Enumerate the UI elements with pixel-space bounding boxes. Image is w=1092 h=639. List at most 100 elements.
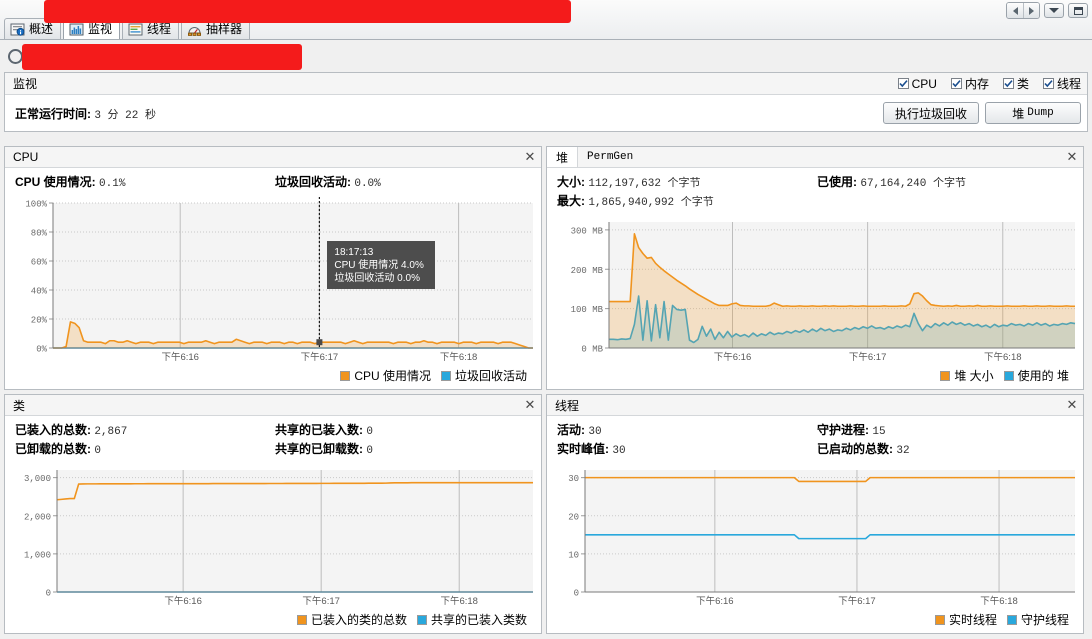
checkbox-cpu[interactable]: CPU [897, 76, 937, 91]
legend-label: 已装入的类的总数 [310, 613, 407, 627]
svg-text:80%: 80% [31, 229, 48, 239]
heap-max-stat: 最大: 1,865,940,992 个字节 [557, 193, 817, 212]
classes-chart[interactable]: 0 1,000 2,000 3,000 下午6:16 下午6:17 下午6:18 [15, 464, 535, 610]
redaction-overlay-title [44, 0, 571, 23]
cpu-chart[interactable]: 0% 20% 40% 60% 80% 100% 下午6:16 下午6:17 下午6:18 18:1… [15, 197, 535, 366]
tab-overview-label: 概述 [29, 22, 54, 36]
threads-stats: 活动: 30 实时峰值: 30 守护进程: 15 已启动的总数: 32 [557, 422, 1077, 460]
checkbox-threads[interactable]: 线程 [1042, 75, 1081, 92]
scroll-right-button[interactable] [1023, 3, 1039, 18]
tooltip-time: 18:17:13 [334, 247, 374, 258]
cpu-panel-body: CPU 使用情况: 0.1% 垃圾回收活动: 0.0% 0% 20% 40% 60% 8… [5, 168, 541, 389]
perform-gc-button[interactable]: 执行垃圾回收 [883, 102, 979, 124]
gc-activity-label: 垃圾回收活动: [275, 175, 351, 189]
heap-size-stat: 大小: 112,197,632 个字节 [557, 174, 817, 193]
heap-panel-close-icon[interactable]: ✕ [1061, 147, 1083, 167]
gc-activity-stat: 垃圾回收活动: 0.0% [275, 174, 535, 193]
cpu-panel-header: CPU ✕ [5, 147, 541, 168]
classes-panel-close-icon[interactable]: ✕ [519, 395, 541, 415]
svg-text:300 MB: 300 MB [571, 226, 604, 236]
svg-text:下午6:18: 下午6:18 [440, 351, 478, 363]
heap-panel-body: 大小: 112,197,632 个字节 最大: 1,865,940,992 个字… [547, 168, 1083, 389]
svg-text:下午6:18: 下午6:18 [984, 351, 1022, 363]
classes-stats: 已装入的总数: 2,867 已卸载的总数: 0 共享的已装入数: 0 共享的已卸… [15, 422, 535, 460]
threads-daemon-value: 15 [872, 426, 886, 438]
gc-activity-value: 0.0% [354, 178, 381, 190]
cpu-panel-close-icon[interactable]: ✕ [519, 147, 541, 167]
threads-chart[interactable]: 0 10 20 30 下午6:16 下午6:17 下午6:18 [557, 464, 1077, 610]
heap-dump-button-label: 堆 [1012, 106, 1025, 121]
svg-text:0%: 0% [36, 345, 47, 355]
permgen-tab[interactable]: PermGen [578, 147, 642, 167]
heap-stats: 大小: 112,197,632 个字节 最大: 1,865,940,992 个字… [557, 174, 1077, 212]
chart-panel-grid: CPU ✕ CPU 使用情况: 0.1% 垃圾回收活动: 0.0% 0% 20%… [4, 146, 1088, 635]
threads-peak-stat: 实时峰值: 30 [557, 441, 817, 460]
heap-max-value: 1,865,940,992 个字节 [588, 197, 714, 209]
scroll-left-button[interactable] [1007, 3, 1023, 18]
legend-label: 守护线程 [1020, 613, 1069, 627]
legend-label: 堆 大小 [954, 369, 994, 383]
svg-text:下午6:18: 下午6:18 [440, 595, 478, 607]
legend-item-daemon-threads: 守护线程 [1006, 611, 1069, 628]
svg-text:下午6:16: 下午6:16 [696, 595, 734, 607]
tab-list-dropdown-button[interactable] [1044, 3, 1064, 18]
svg-text:下午6:17: 下午6:17 [301, 351, 339, 363]
cpu-usage-stat: CPU 使用情况: 0.1% [15, 174, 275, 193]
heap-used-value: 67,164,240 个字节 [860, 178, 966, 190]
uptime-label: 正常运行时间: [15, 106, 91, 121]
maximize-button[interactable] [1068, 3, 1088, 18]
overview-icon [10, 23, 25, 36]
svg-text:下午6:16: 下午6:16 [164, 595, 202, 607]
heap-dump-button[interactable]: 堆 Dump [985, 102, 1081, 124]
classes-shared-unloaded-stat: 共享的已卸载数: 0 [275, 441, 535, 460]
legend-item-live-threads: 实时线程 [934, 611, 997, 628]
threads-panel-close-icon[interactable]: ✕ [1061, 395, 1083, 415]
sampler-icon [187, 23, 202, 36]
cpu-panel-title: CPU [13, 150, 39, 164]
threads-live-label: 活动: [557, 423, 585, 437]
classes-loaded-total-stat: 已装入的总数: 2,867 [15, 422, 275, 441]
svg-text:30: 30 [568, 474, 579, 484]
classes-panel-header: 类 ✕ [5, 395, 541, 416]
checkbox-classes[interactable]: 类 [1002, 75, 1029, 92]
monitor-section-title: 监视 [13, 77, 38, 91]
svg-text:下午6:16: 下午6:16 [161, 351, 199, 363]
svg-text:10: 10 [568, 550, 579, 560]
legend-label: 实时线程 [948, 613, 997, 627]
loading-spinner-icon [8, 48, 23, 64]
heap-tab[interactable]: 堆 [547, 147, 579, 167]
svg-text:1,000: 1,000 [24, 550, 51, 560]
cpu-usage-value: 0.1% [99, 178, 126, 190]
monitor-action-buttons: 执行垃圾回收 堆 Dump [883, 102, 1081, 124]
heap-panel-tabs: 堆 PermGen [547, 147, 642, 167]
threads-chart-legend: 实时线程 守护线程 [557, 610, 1077, 631]
heap-panel-header: 堆 PermGen ✕ [547, 147, 1083, 168]
checkmark-icon [897, 78, 909, 89]
checkbox-memory[interactable]: 内存 [950, 75, 989, 92]
uptime-info: 正常运行时间: 3 分 22 秒 [15, 105, 156, 122]
cpu-chart-legend: CPU 使用情况 垃圾回收活动 [15, 366, 535, 387]
tooltip-row: 垃圾回收活动 0.0% [334, 273, 420, 284]
right-arrow-icon [1029, 6, 1034, 15]
tooltip-row: CPU 使用情况 4.0% [334, 260, 424, 271]
checkbox-memory-label: 内存 [964, 77, 989, 91]
legend-label: CPU 使用情况 [354, 369, 431, 383]
chevron-down-icon [1049, 8, 1059, 13]
legend-item-classes-loaded: 已装入的类的总数 [296, 611, 407, 628]
uptime-row: 正常运行时间: 3 分 22 秒 执行垃圾回收 堆 Dump [5, 95, 1087, 131]
legend-item-classes-shared: 共享的已装入类数 [416, 611, 527, 628]
threads-icon [128, 23, 143, 36]
legend-item-gc-activity: 垃圾回收活动 [440, 367, 527, 384]
legend-item-cpu-usage: CPU 使用情况 [340, 367, 431, 384]
checkbox-cpu-label: CPU [911, 76, 937, 91]
heap-chart[interactable]: 0 MB 100 MB 200 MB 300 MB 下午6:16 下午6:17 下午6:18 [557, 216, 1077, 366]
svg-text:下午6:16: 下午6:16 [714, 351, 752, 363]
classes-loaded-total-label: 已装入的总数: [15, 423, 91, 437]
uptime-value: 3 分 22 秒 [94, 109, 156, 122]
svg-text:下午6:18: 下午6:18 [980, 595, 1018, 607]
svg-text:20%: 20% [31, 316, 48, 326]
tab-monitor-label: 监视 [88, 22, 113, 36]
threads-peak-label: 实时峰值: [557, 442, 609, 456]
svg-text:20: 20 [568, 512, 579, 522]
svg-text:下午6:17: 下午6:17 [838, 595, 876, 607]
